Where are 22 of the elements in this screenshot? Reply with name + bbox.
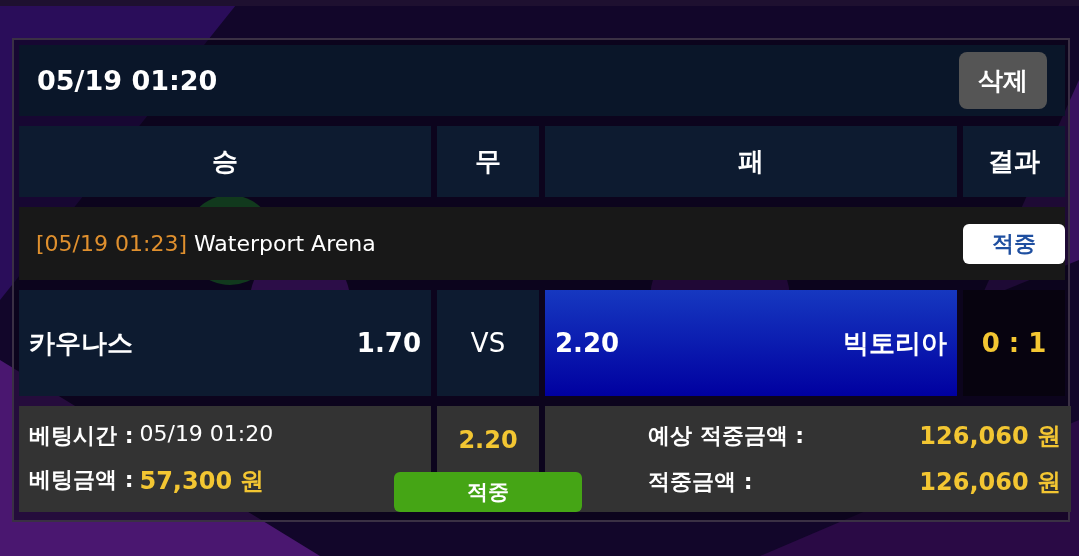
column-header: 승 (19, 126, 431, 197)
payout-label: 적중금액 : (648, 468, 753, 496)
home-odds-button[interactable]: 카우나스 1.70 (19, 290, 431, 396)
bet-time-label: 베팅시간 : (29, 422, 134, 450)
bet-odds: 2.20 (458, 426, 518, 456)
bet-amount: 57,300 원 (139, 466, 265, 497)
bet-time: 05/19 01:20 (139, 421, 274, 448)
delete-button[interactable]: 삭제 (959, 52, 1047, 109)
result-badge: 적중 (963, 223, 1065, 264)
column-header: 패 (545, 126, 957, 197)
bet-amount-label: 베팅금액 : (29, 466, 134, 494)
payout-amount: 126,060 원 (919, 467, 1061, 498)
score-cell: 0 : 1 (963, 290, 1065, 396)
expected-payout: 126,060 원 (919, 421, 1061, 452)
column-header: 무 (437, 126, 539, 197)
draw-cell: VS (437, 290, 539, 396)
expected-payout-label: 예상 적중금액 : (648, 422, 805, 450)
away-odds-button[interactable]: 2.20 빅토리아 (545, 290, 957, 396)
match-title: [05/19 01:23] Waterport Arena (36, 231, 376, 256)
column-header: 결과 (963, 126, 1065, 197)
status-badge: 적중 (394, 472, 582, 512)
bet-datetime: 05/19 01:20 (37, 65, 218, 96)
